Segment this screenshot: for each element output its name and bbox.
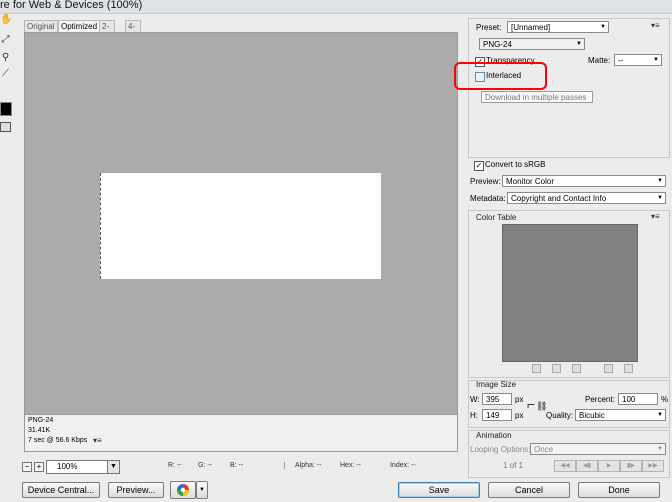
color-table-menu-icon[interactable]: ▾≡: [651, 212, 660, 221]
color-table-title: Color Table: [476, 213, 517, 222]
preview-area[interactable]: PNG-24 31.41K 7 sec @ 56.6 Kbps ▾≡: [24, 32, 458, 452]
file-format-select[interactable]: PNG-24 ▼: [479, 38, 585, 50]
chevron-down-icon: ▼: [657, 178, 663, 184]
zoom-level-value: 100%: [57, 462, 78, 471]
save-button[interactable]: Save: [398, 482, 480, 498]
done-button[interactable]: Done: [578, 482, 660, 498]
tab-4-up[interactable]: 4-Up: [125, 20, 142, 42]
looping-options-label: Looping Options:: [470, 445, 531, 454]
tab-original[interactable]: Original: [24, 20, 58, 32]
width-label: W:: [470, 395, 480, 404]
title-bar: re for Web & Devices (100%): [0, 0, 672, 14]
height-unit: px: [515, 411, 524, 420]
chevron-down-icon: ▼: [657, 446, 663, 452]
first-frame-button[interactable]: ◀◀: [554, 460, 576, 472]
web-shift-icon[interactable]: [552, 364, 561, 373]
readout-r: R: --: [168, 462, 182, 469]
chevron-down-icon: ▼: [657, 412, 663, 418]
device-central-button[interactable]: Device Central...: [22, 482, 100, 498]
readout-g: G: --: [198, 462, 212, 469]
chevron-down-icon: ▼: [657, 195, 663, 201]
window-title: re for Web & Devices (100%): [0, 0, 143, 11]
readout-b: B: --: [230, 462, 244, 469]
browser-menu-button[interactable]: ▼: [196, 481, 208, 499]
matte-select[interactable]: -- ▼: [614, 54, 662, 66]
zoom-level-select[interactable]: 100% ▼: [46, 460, 120, 474]
color-table-grid[interactable]: [502, 224, 638, 362]
browser-icon[interactable]: [170, 481, 196, 499]
next-frame-button[interactable]: ▮▶: [620, 460, 642, 472]
interlaced-label: Interlaced: [486, 71, 522, 80]
info-size: 31.41K: [28, 427, 51, 434]
preset-value: [Unnamed]: [511, 23, 551, 32]
quality-select[interactable]: Bicubic ▼: [575, 409, 666, 421]
tab-2-up[interactable]: 2-Up: [99, 20, 116, 42]
optimization-info: PNG-24 31.41K 7 sec @ 56.6 Kbps ▾≡: [25, 414, 457, 451]
map-transparent-icon[interactable]: [532, 364, 541, 373]
tab-optimized[interactable]: Optimized: [58, 20, 101, 32]
optimize-menu-icon[interactable]: ▾≡: [651, 21, 660, 30]
width-unit: px: [515, 395, 524, 404]
status-bar: − + 100% ▼ R: -- G: -- B: -- Alpha: -- H…: [20, 460, 440, 474]
preview-button[interactable]: Preview...: [108, 482, 164, 498]
metadata-label: Metadata:: [470, 194, 506, 203]
zoom-out-button[interactable]: −: [22, 462, 32, 472]
chevron-down-icon: ▼: [653, 57, 659, 63]
convert-srgb-label: Convert to sRGB: [485, 160, 546, 169]
convert-srgb-checkbox[interactable]: ✓: [474, 161, 484, 171]
download-speed-menu-icon[interactable]: ▾≡: [93, 436, 102, 445]
toggle-slices-icon[interactable]: [0, 122, 11, 132]
interlaced-checkbox[interactable]: [475, 72, 485, 82]
info-format: PNG-24: [28, 417, 54, 424]
readout-alpha: Alpha: --: [284, 462, 321, 469]
matte-label: Matte:: [588, 56, 611, 65]
looping-options-select[interactable]: Once ▼: [530, 443, 666, 455]
quality-label: Quality:: [546, 411, 574, 420]
last-frame-button[interactable]: ▶▶: [642, 460, 664, 472]
trash-icon[interactable]: [624, 364, 633, 373]
eyedropper-color-swatch[interactable]: [0, 102, 12, 116]
width-input[interactable]: 395: [482, 393, 512, 405]
metadata-value: Copyright and Contact Info: [511, 194, 607, 203]
height-input[interactable]: 149: [482, 409, 512, 421]
frame-counter: 1 of 1: [503, 461, 524, 470]
lock-icon[interactable]: [572, 364, 581, 373]
matte-value: --: [618, 56, 624, 65]
preset-select[interactable]: [Unnamed] ▼: [507, 21, 609, 33]
quality-value: Bicubic: [579, 411, 605, 420]
previous-frame-button[interactable]: ◀▮: [576, 460, 598, 472]
readout-index: Index: --: [390, 462, 416, 469]
interlaced-tooltip: Download in multiple passes: [481, 91, 593, 103]
preview-mode-label: Preview:: [470, 177, 501, 186]
preview-mode-select[interactable]: Monitor Color ▼: [502, 175, 666, 187]
readout-hex: Hex: --: [340, 462, 361, 469]
image-canvas: [100, 173, 381, 279]
hand-icon[interactable]: ✋: [0, 14, 12, 25]
preview-mode-value: Monitor Color: [506, 177, 555, 186]
tool-column: ✋ ⤢ ⚲ ⟋: [0, 14, 12, 134]
play-button[interactable]: ▶: [598, 460, 620, 472]
image-size-title: Image Size: [476, 380, 517, 389]
zoom-in-button[interactable]: +: [34, 462, 44, 472]
eyedropper-icon[interactable]: ⟋: [0, 68, 11, 79]
animation-title: Animation: [476, 431, 512, 440]
percent-label: Percent:: [585, 395, 615, 404]
height-label: H:: [470, 411, 478, 420]
cancel-button[interactable]: Cancel: [488, 482, 570, 498]
info-download-time: 7 sec @ 56.6 Kbps: [28, 437, 88, 444]
percent-unit: %: [661, 395, 669, 404]
zoom-icon[interactable]: ⚲: [0, 52, 11, 63]
chevron-down-icon: ▼: [600, 24, 606, 30]
chevron-down-icon: ▼: [576, 41, 582, 47]
preset-label: Preset:: [476, 23, 502, 32]
chevron-down-icon: ▼: [107, 461, 119, 473]
metadata-select[interactable]: Copyright and Contact Info ▼: [507, 192, 666, 204]
new-color-icon[interactable]: [604, 364, 613, 373]
file-format-value: PNG-24: [483, 40, 512, 49]
slice-select-icon[interactable]: ⤢: [0, 34, 11, 45]
percent-input[interactable]: 100: [618, 393, 658, 405]
looping-options-value: Once: [534, 445, 554, 454]
constrain-bracket-icon: ⌐: [527, 396, 536, 412]
